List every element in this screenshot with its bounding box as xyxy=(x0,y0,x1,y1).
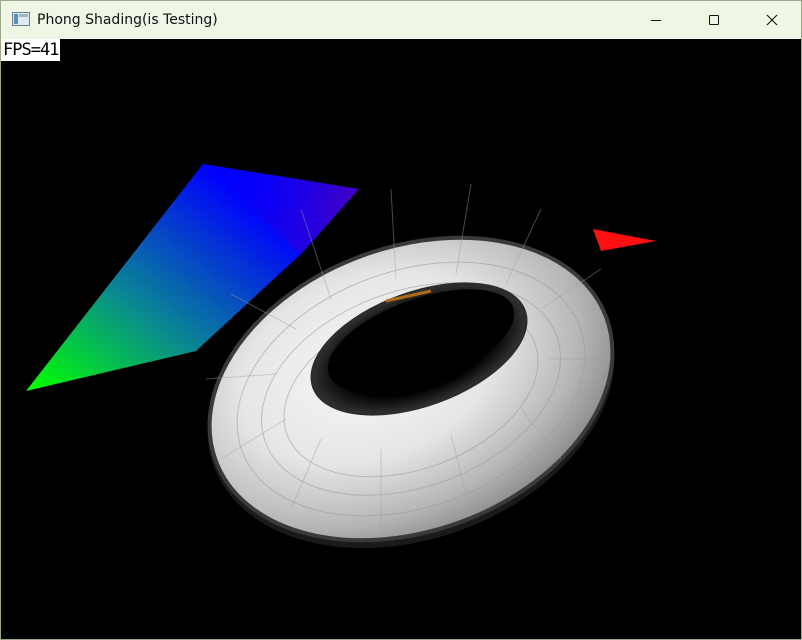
red-plane-corner xyxy=(593,229,656,251)
rendered-scene xyxy=(26,164,656,549)
window-title: Phong Shading(is Testing) xyxy=(37,12,218,28)
close-button[interactable] xyxy=(743,1,801,39)
fps-counter: FPS=41 xyxy=(1,39,61,61)
minimize-button[interactable] xyxy=(627,1,685,39)
title-bar[interactable]: Phong Shading(is Testing) xyxy=(1,1,801,39)
app-window: Phong Shading(is Testing) FPS=41 xyxy=(0,0,802,640)
maximize-button[interactable] xyxy=(685,1,743,39)
close-icon xyxy=(766,14,778,26)
minimize-icon xyxy=(651,20,661,21)
window-app-icon xyxy=(12,12,30,26)
maximize-icon xyxy=(709,15,719,25)
render-viewport[interactable]: FPS=41 xyxy=(1,39,801,639)
